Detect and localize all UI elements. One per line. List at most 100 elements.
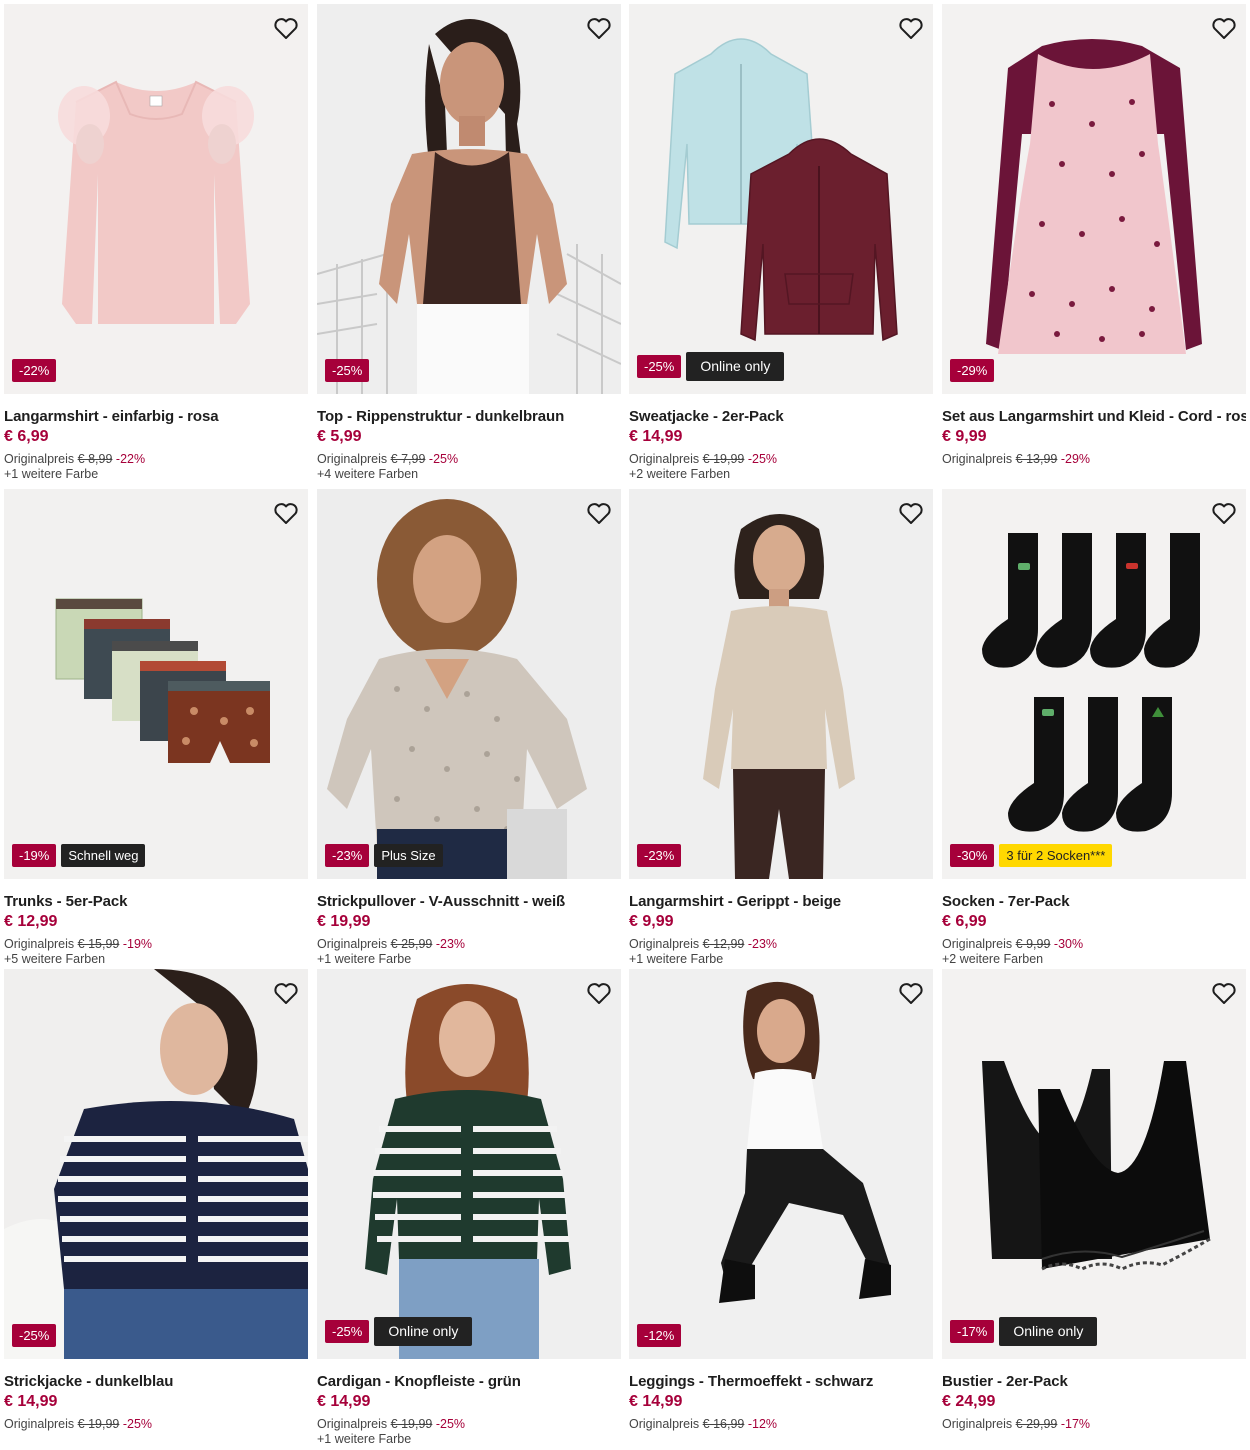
more-colors[interactable]: +2 weitere Farben [629,467,933,481]
product-image[interactable]: -25% [4,969,308,1359]
discount-percent: -25% [122,1417,153,1431]
original-price-label: Originalpreis [629,452,700,466]
heart-outline-icon [587,503,611,524]
favorite-button[interactable] [272,499,300,527]
product-price: € 19,99 [317,913,371,930]
striped-green-cardigan-model-illustration [317,969,621,1359]
original-price-label: Originalpreis [942,1417,1013,1431]
original-price-label: Originalpreis [942,937,1013,951]
original-price: € 19,99 [390,1417,433,1431]
brown-tank-top-model-illustration [317,4,621,394]
product-name[interactable]: Sweatjacke - 2er-Pack [629,408,933,425]
product-info: Bustier - 2er-Pack € 24,99 Originalpreis… [942,1373,1246,1431]
more-colors[interactable]: +2 weitere Farben [942,952,1246,966]
discount-percent: -17% [1060,1417,1091,1431]
product-info: Langarmshirt - Gerippt - beige € 9,99 Or… [629,893,933,966]
favorite-button[interactable] [585,14,613,42]
product-price: € 14,99 [317,1393,371,1410]
trunks-pack-illustration [4,489,308,879]
favorite-button[interactable] [897,14,925,42]
product-name[interactable]: Trunks - 5er-Pack [4,893,308,910]
product-name[interactable]: Leggings - Thermoeffekt - schwarz [629,1373,933,1390]
badge-group: -12% [637,1324,682,1347]
discount-badge: -30% [950,844,995,867]
product-image[interactable]: -23% [629,489,933,879]
heart-outline-icon [1212,503,1236,524]
favorite-button[interactable] [1210,979,1238,1007]
product-name[interactable]: Langarmshirt - einfarbig - rosa [4,408,308,425]
more-colors[interactable]: +1 weitere Farbe [317,1432,621,1446]
product-name[interactable]: Bustier - 2er-Pack [942,1373,1246,1390]
original-price-line: Originalpreis € 7,99 -25% [317,452,621,466]
more-colors[interactable]: +1 weitere Farbe [317,952,621,966]
original-price-line: Originalpreis € 13,99 -29% [942,452,1246,466]
plus-size-badge: Plus Size [374,844,443,867]
product-image[interactable]: -25% Online only [317,969,621,1359]
heart-outline-icon [899,983,923,1004]
favorite-button[interactable] [272,14,300,42]
product-name[interactable]: Cardigan - Knopfleiste - grün [317,1373,621,1390]
product-image[interactable]: -17% Online only [942,969,1246,1359]
product-info: Cardigan - Knopfleiste - grün € 14,99 Or… [317,1373,621,1446]
more-colors[interactable]: +1 weitere Farbe [4,467,308,481]
discount-badge: -29% [950,359,995,382]
discount-percent: -25% [747,452,778,466]
discount-percent: -25% [428,452,459,466]
product-image[interactable]: -19% Schnell weg [4,489,308,879]
favorite-button[interactable] [272,979,300,1007]
product-name[interactable]: Socken - 7er-Pack [942,893,1246,910]
more-colors[interactable]: +5 weitere Farben [4,952,308,966]
favorite-button[interactable] [897,499,925,527]
product-info: Socken - 7er-Pack € 6,99 Originalpreis €… [942,893,1246,966]
discount-percent: -30% [1053,937,1084,951]
product-image[interactable]: -25% [317,4,621,394]
original-price: € 15,99 [77,937,120,951]
favorite-button[interactable] [585,499,613,527]
badge-group: -19% Schnell weg [12,844,146,867]
badge-group: -17% Online only [950,1317,1098,1346]
product-image[interactable]: -30% 3 für 2 Socken*** [942,489,1246,879]
product-info: Top - Rippenstruktur - dunkelbraun € 5,9… [317,408,621,481]
product-price: € 5,99 [317,428,362,445]
discount-badge: -23% [325,844,370,867]
product-price: € 12,99 [4,913,58,930]
product-name[interactable]: Strickpullover - V-Ausschnitt - weiß [317,893,621,910]
favorite-button[interactable] [1210,499,1238,527]
product-image[interactable]: -23% Plus Size [317,489,621,879]
more-colors[interactable]: +4 weitere Farben [317,467,621,481]
discount-badge: -25% [325,1320,370,1343]
original-price-label: Originalpreis [629,1417,700,1431]
original-price-label: Originalpreis [942,452,1013,466]
badge-group: -25% [12,1324,57,1347]
original-price-line: Originalpreis € 25,99 -23% [317,937,621,951]
favorite-button[interactable] [1210,14,1238,42]
product-image[interactable]: -29% [942,4,1246,394]
badge-group: -25% Online only [325,1317,473,1346]
discount-percent: -25% [435,1417,466,1431]
product-name[interactable]: Top - Rippenstruktur - dunkelbraun [317,408,621,425]
favorite-button[interactable] [897,979,925,1007]
original-price: € 7,99 [390,452,426,466]
product-name[interactable]: Strickjacke - dunkelblau [4,1373,308,1390]
favorite-button[interactable] [585,979,613,1007]
product-name[interactable]: Set aus Langarmshirt und Kleid - Cord - … [942,408,1246,425]
product-info: Strickpullover - V-Ausschnitt - weiß € 1… [317,893,621,966]
product-price: € 9,99 [629,913,674,930]
product-price: € 6,99 [942,913,987,930]
original-price-label: Originalpreis [317,937,388,951]
original-price-label: Originalpreis [4,452,75,466]
more-colors[interactable]: +1 weitere Farbe [629,952,933,966]
product-name[interactable]: Langarmshirt - Gerippt - beige [629,893,933,910]
discount-badge: -19% [12,844,57,867]
original-price: € 19,99 [77,1417,120,1431]
original-price: € 9,99 [1015,937,1051,951]
product-image[interactable]: -12% [629,969,933,1359]
badge-group: -23% Plus Size [325,844,443,867]
original-price-label: Originalpreis [317,1417,388,1431]
original-price-line: Originalpreis € 15,99 -19% [4,937,308,951]
heart-outline-icon [1212,18,1236,39]
product-image[interactable]: -25% Online only [629,4,933,394]
striped-navy-cardigan-model-illustration [4,969,308,1359]
pink-dress-set-illustration [942,4,1246,394]
product-image[interactable]: -22% [4,4,308,394]
